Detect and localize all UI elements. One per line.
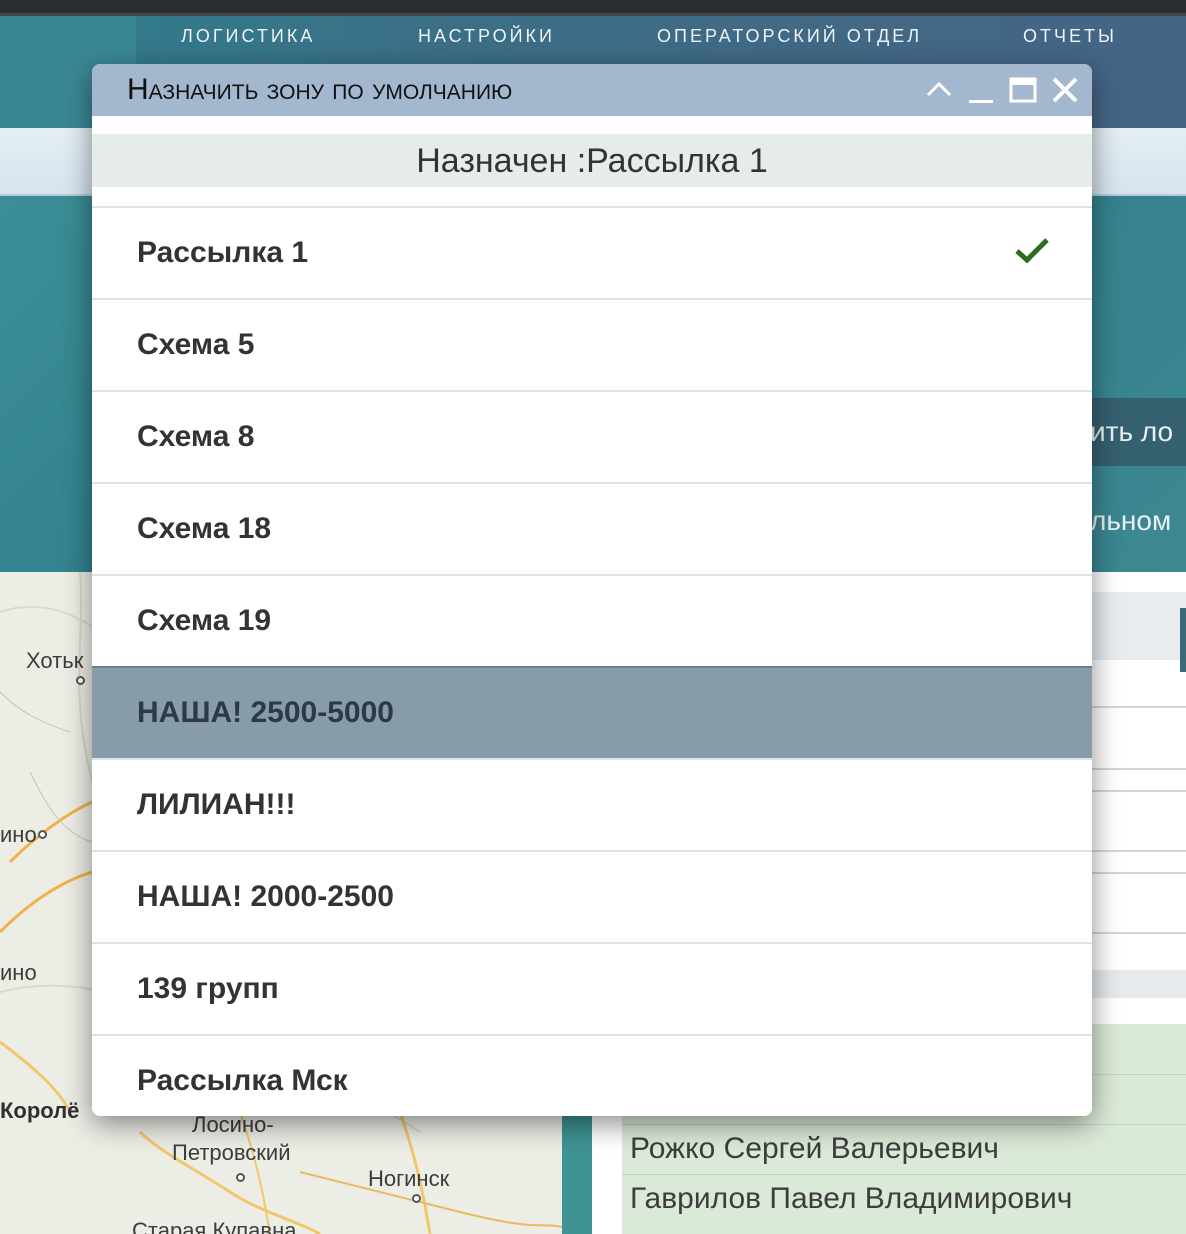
zone-list: Рассылка 1 Схема 5 Схема 8 Схема 18 Схем… [92,206,1092,1116]
zone-list-item[interactable]: Схема 5 [92,298,1092,390]
zone-item-label: Схема 18 [137,512,272,545]
map-label-staraya-kupavna: Старая Купавна [132,1218,297,1234]
collapse-icon[interactable] [923,74,955,106]
dialog-title: Назначить зону по умолчанию [127,73,513,106]
background-side-text: льном [1090,505,1172,536]
zone-list-item[interactable]: 139 групп [92,942,1092,1034]
close-icon[interactable] [1049,74,1081,106]
zone-item-label: ЛИЛИАН!!! [137,788,296,821]
employee-name[interactable]: Гаврилов Павел Владимирович [630,1182,1072,1216]
zone-item-label: НАША! 2000-2500 [137,880,394,913]
zone-item-label: Рассылка Мск [137,1064,348,1097]
map-label-town-2: ино [0,960,37,985]
maximize-icon[interactable] [1007,74,1039,106]
assign-default-zone-dialog: Назначить зону по умолчанию Назначен :Ра… [92,64,1092,1116]
zone-list-item-highlighted[interactable]: НАША! 2500-5000 [92,666,1092,758]
zone-list-item[interactable]: Схема 8 [92,390,1092,482]
zone-list-item[interactable]: ЛИЛИАН!!! [92,758,1092,850]
nav-item-settings[interactable]: НАСТРОЙКИ [418,16,555,56]
zone-list-item[interactable]: НАША! 2000-2500 [92,850,1092,942]
zone-item-label: НАША! 2500-5000 [137,696,394,729]
nav-item-operator-department[interactable]: ОПЕРАТОРСКИЙ ОТДЕЛ [657,16,922,56]
map-label-town-1: ино [0,822,37,847]
zone-list-item[interactable]: Схема 18 [92,482,1092,574]
map-label-petrovsky: Петровский [172,1140,291,1165]
window-top-strip [0,0,1186,16]
map-town-marker [76,676,85,685]
zone-item-label: Схема 19 [137,604,272,637]
map-town-marker [412,1194,421,1203]
zone-list-item[interactable]: Схема 19 [92,574,1092,666]
map-town-marker [236,1173,245,1182]
assigned-zone-banner: Назначен :Рассылка 1 [92,134,1092,187]
nav-item-reports[interactable]: ОТЧЕТЫ [1023,16,1117,56]
right-panel-button[interactable] [1180,608,1186,672]
checkmark-icon [1015,238,1049,264]
assigned-zone-text: Назначен :Рассылка 1 [416,142,768,180]
zone-list-item[interactable]: Рассылка Мск [92,1034,1092,1116]
zone-item-label: Рассылка 1 [137,236,309,269]
zone-item-label: Схема 5 [137,328,255,361]
zone-item-label: Схема 8 [137,420,255,453]
dialog-title-bar[interactable]: Назначить зону по умолчанию [92,64,1092,116]
map-label-noginsk: Ногинск [368,1166,450,1191]
map-town-marker [38,830,47,839]
minimize-icon[interactable] [965,74,997,106]
zone-item-label: 139 групп [137,972,279,1005]
map-label-korolev: Королё [0,1098,80,1123]
nav-item-logistics[interactable]: ЛОГИСТИКА [181,16,315,56]
background-action-button-label: ить ло [1090,416,1174,447]
zone-list-item[interactable]: Рассылка 1 [92,206,1092,298]
employee-name[interactable]: Рожко Сергей Валерьевич [630,1132,999,1166]
map-label-hotkovo: Хотьк [26,648,84,673]
